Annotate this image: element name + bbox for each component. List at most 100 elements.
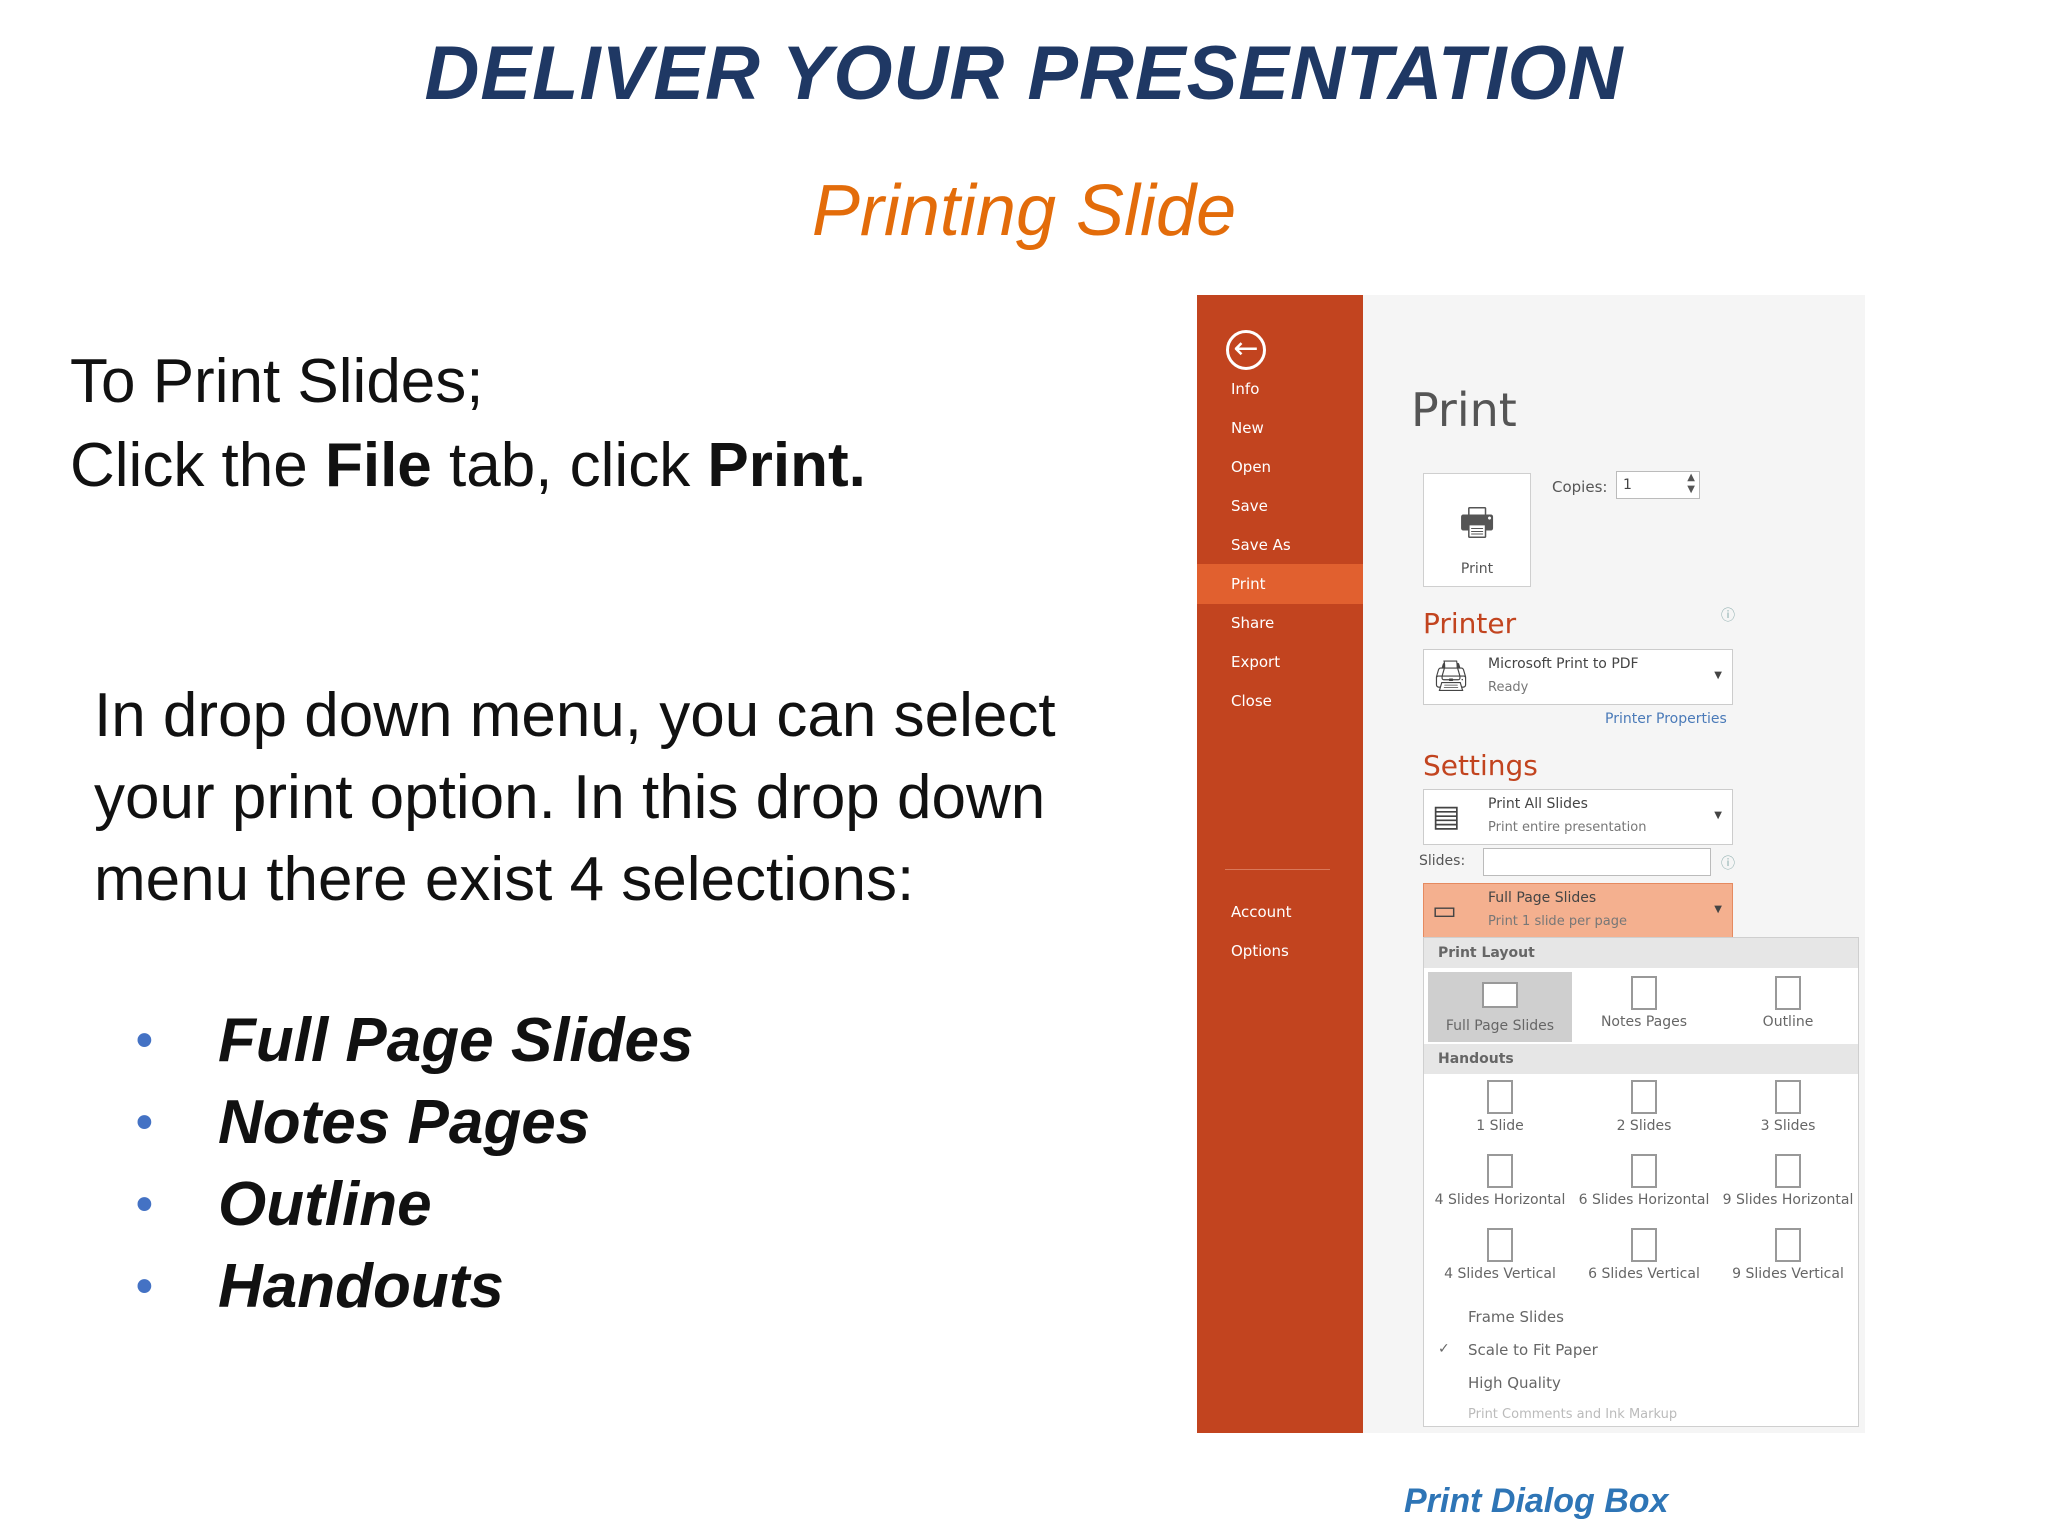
bullet-list: • Full Page Slides • Notes Pages • Outline … bbox=[130, 1000, 693, 1328]
copies-value: 1 bbox=[1623, 477, 1632, 493]
printer-icon: 🖶 bbox=[1459, 500, 1495, 544]
option-notes-pages[interactable]: Notes Pages bbox=[1572, 976, 1716, 1030]
sidebar-item-options[interactable]: Options bbox=[1197, 931, 1363, 971]
sidebar-divider bbox=[1225, 869, 1330, 870]
sidebar-item-open[interactable]: Open bbox=[1197, 447, 1363, 487]
sidebar-item-close[interactable]: Close bbox=[1197, 681, 1363, 721]
option-4-slides-vertical[interactable]: 4 Slides Vertical bbox=[1428, 1228, 1572, 1282]
bullet-dot-icon: • bbox=[136, 1178, 153, 1231]
printer-section-heading: Printer bbox=[1423, 607, 1517, 640]
sidebar-item-new[interactable]: New bbox=[1197, 408, 1363, 448]
option-label: Outline bbox=[1762, 1014, 1814, 1030]
printer-dropdown[interactable]: 🖨 Microsoft Print to PDF Ready ▼ bbox=[1423, 649, 1733, 705]
intro-text: To Print Slides; Click the File tab, cli… bbox=[70, 340, 1110, 508]
bullet-text: Full Page Slides bbox=[218, 1006, 694, 1075]
option-frame-slides[interactable]: Frame Slides bbox=[1468, 1308, 1564, 1326]
intro-line-2: Click the File tab, click Print. bbox=[70, 424, 1110, 508]
backstage-sidebar: ← Info New Open Save Save As Print Share… bbox=[1197, 295, 1363, 1433]
notes-pages-icon bbox=[1631, 976, 1657, 1010]
nine-slides-vertical-icon bbox=[1775, 1228, 1801, 1262]
copies-input[interactable]: 1 ▲ ▼ bbox=[1616, 471, 1700, 499]
info-icon[interactable]: ⓘ bbox=[1721, 853, 1735, 873]
option-2-slides[interactable]: 2 Slides bbox=[1572, 1080, 1716, 1134]
option-9-slides-horizontal[interactable]: 9 Slides Horizontal bbox=[1716, 1154, 1860, 1208]
printer-name: Microsoft Print to PDF bbox=[1488, 656, 1639, 672]
option-4-slides-horizontal[interactable]: 4 Slides Horizontal bbox=[1428, 1154, 1572, 1208]
nine-slides-horizontal-icon bbox=[1775, 1154, 1801, 1188]
slide-subtitle: Printing Slide bbox=[811, 171, 1237, 251]
printer-properties-link[interactable]: Printer Properties bbox=[1605, 711, 1727, 727]
file-word: File bbox=[324, 431, 432, 500]
printer-ready-icon: 🖨 bbox=[1432, 659, 1471, 694]
sidebar-item-print[interactable]: Print bbox=[1197, 564, 1363, 604]
bullet-dot-icon: • bbox=[136, 1014, 153, 1067]
bullet-item: • Full Page Slides bbox=[130, 1000, 693, 1082]
option-high-quality[interactable]: High Quality bbox=[1468, 1374, 1561, 1392]
option-9-slides-vertical[interactable]: 9 Slides Vertical bbox=[1716, 1228, 1860, 1282]
option-6-slides-vertical[interactable]: 6 Slides Vertical bbox=[1572, 1228, 1716, 1282]
four-slides-vertical-icon bbox=[1487, 1228, 1513, 1262]
one-slide-icon bbox=[1487, 1080, 1513, 1114]
bullet-item: • Handouts bbox=[130, 1246, 693, 1328]
layout-menu: Print Layout Full Page Slides Notes Page… bbox=[1423, 937, 1859, 1427]
full-page-slide-icon: ▭ bbox=[1432, 896, 1457, 926]
print-pane: Print 🖶 Print Copies: 1 ▲ ▼ Printer ⓘ 🖨 M… bbox=[1363, 295, 1865, 1433]
spinner-icon[interactable]: ▲ ▼ bbox=[1687, 472, 1695, 496]
bullet-dot-icon: • bbox=[136, 1096, 153, 1149]
printer-status: Ready bbox=[1488, 680, 1529, 695]
settings-section-heading: Settings bbox=[1423, 749, 1538, 782]
option-label: Notes Pages bbox=[1600, 1014, 1688, 1030]
sidebar-item-save[interactable]: Save bbox=[1197, 486, 1363, 526]
print-button-label: Print bbox=[1460, 561, 1494, 577]
slides-input[interactable] bbox=[1483, 848, 1711, 876]
option-label: 9 Slides Vertical bbox=[1732, 1266, 1844, 1282]
option-full-page-slides[interactable]: Full Page Slides bbox=[1428, 972, 1572, 1042]
option-scale-to-fit[interactable]: Scale to Fit Paper bbox=[1468, 1341, 1598, 1359]
handouts-heading: Handouts bbox=[1424, 1044, 1858, 1074]
option-3-slides[interactable]: 3 Slides bbox=[1716, 1080, 1860, 1134]
slide-title: DELIVER YOUR PRESENTATION bbox=[424, 31, 1624, 116]
option-outline[interactable]: Outline bbox=[1716, 976, 1860, 1030]
bullet-item: • Outline bbox=[130, 1164, 693, 1246]
intro-part-1: Click the bbox=[70, 431, 325, 500]
dropdown-arrow-icon: ▼ bbox=[1714, 904, 1722, 915]
six-slides-vertical-icon bbox=[1631, 1228, 1657, 1262]
print-button[interactable]: 🖶 Print bbox=[1423, 473, 1531, 587]
print-range-dropdown[interactable]: ▤ Print All Slides Print entire presenta… bbox=[1423, 789, 1733, 845]
option-label: 6 Slides Horizontal bbox=[1578, 1192, 1710, 1208]
option-label: 4 Slides Horizontal bbox=[1434, 1192, 1566, 1208]
option-label: Full Page Slides bbox=[1445, 1018, 1555, 1034]
sidebar-item-info[interactable]: Info bbox=[1197, 369, 1363, 409]
option-label: 3 Slides bbox=[1760, 1118, 1816, 1134]
intro-part-2: tab, click bbox=[431, 431, 708, 500]
bullet-text: Handouts bbox=[218, 1252, 504, 1321]
sidebar-item-account[interactable]: Account bbox=[1197, 892, 1363, 932]
print-word: Print. bbox=[707, 431, 866, 500]
print-heading: Print bbox=[1411, 383, 1517, 437]
figure-caption: Print Dialog Box bbox=[1404, 1482, 1669, 1520]
copies-label: Copies: bbox=[1552, 478, 1608, 496]
six-slides-horizontal-icon bbox=[1631, 1154, 1657, 1188]
option-label: 6 Slides Vertical bbox=[1588, 1266, 1700, 1282]
option-label: 2 Slides bbox=[1616, 1118, 1672, 1134]
slides-label: Slides: bbox=[1419, 853, 1466, 869]
checkmark-icon: ✓ bbox=[1438, 1341, 1450, 1357]
dropdown-arrow-icon: ▼ bbox=[1714, 810, 1722, 821]
slides-stack-icon: ▤ bbox=[1432, 799, 1461, 834]
option-label: 4 Slides Vertical bbox=[1444, 1266, 1556, 1282]
layout-dropdown[interactable]: ▭ Full Page Slides Print 1 slide per pag… bbox=[1423, 883, 1733, 939]
option-print-comments: Print Comments and Ink Markup bbox=[1468, 1407, 1678, 1422]
sidebar-item-share[interactable]: Share bbox=[1197, 603, 1363, 643]
option-1-slide[interactable]: 1 Slide bbox=[1428, 1080, 1572, 1134]
intro-line-1: To Print Slides; bbox=[70, 347, 484, 416]
sidebar-item-save-as[interactable]: Save As bbox=[1197, 525, 1363, 565]
full-page-slides-icon bbox=[1482, 982, 1518, 1008]
print-layout-heading: Print Layout bbox=[1424, 938, 1858, 968]
sidebar-item-export[interactable]: Export bbox=[1197, 642, 1363, 682]
outline-icon bbox=[1775, 976, 1801, 1010]
two-slides-icon bbox=[1631, 1080, 1657, 1114]
print-dialog-screenshot: ← Info New Open Save Save As Print Share… bbox=[1197, 295, 1865, 1433]
back-arrow-icon[interactable]: ← bbox=[1226, 330, 1266, 370]
info-icon[interactable]: ⓘ bbox=[1721, 605, 1735, 625]
option-6-slides-horizontal[interactable]: 6 Slides Horizontal bbox=[1572, 1154, 1716, 1208]
